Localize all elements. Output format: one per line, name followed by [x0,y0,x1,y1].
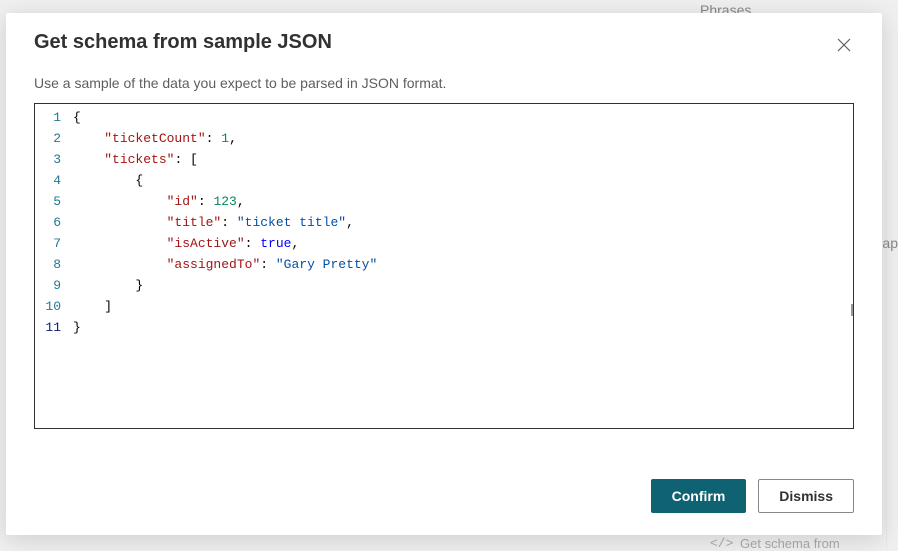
dialog-subtitle: Use a sample of the data you expect to b… [6,61,882,103]
dismiss-button[interactable]: Dismiss [758,479,854,513]
close-icon [837,38,851,52]
scroll-indicator [851,304,853,316]
background-divider [886,160,887,549]
code-content[interactable]: { "ticketCount": 1, "tickets": [ { "id":… [69,104,853,428]
dialog-title: Get schema from sample JSON [34,31,332,54]
line-number-gutter: 1 2 3 4 5 6 7 8 9 10 11 [35,104,69,428]
dialog-footer: Confirm Dismiss [6,457,882,535]
background-text-ap: ap [882,235,898,251]
close-button[interactable] [828,29,860,61]
dialog-header: Get schema from sample JSON [6,13,882,61]
json-editor[interactable]: 1 2 3 4 5 6 7 8 9 10 11 { "ticketCount":… [34,103,854,429]
confirm-button[interactable]: Confirm [651,479,747,513]
schema-dialog: Get schema from sample JSON Use a sample… [6,13,882,535]
